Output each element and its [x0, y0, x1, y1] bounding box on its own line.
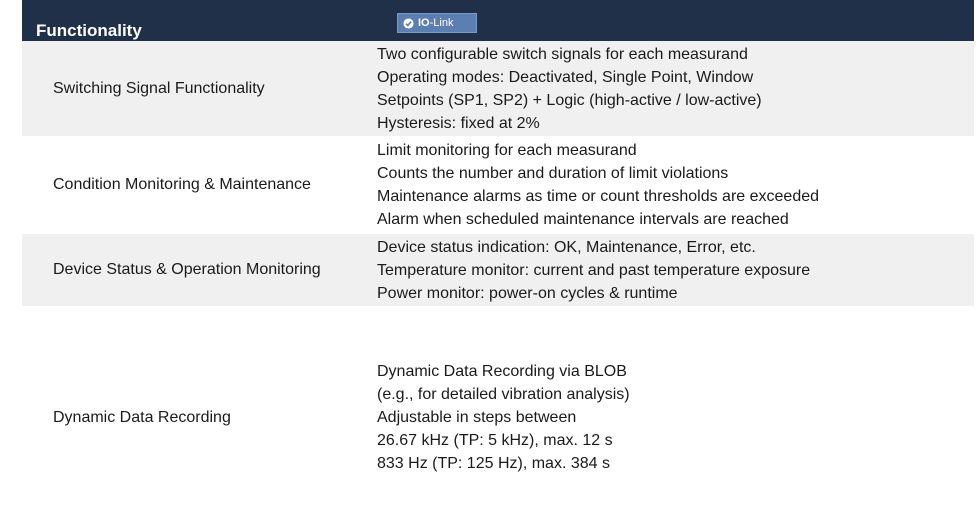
io-link-badge-strong: IO: [418, 17, 430, 29]
row-description: Limit monitoring for each measurand Coun…: [377, 139, 974, 231]
description-line: Temperature monitor: current and past te…: [377, 261, 811, 279]
table-row: Device Status & Operation Monitoring Dev…: [22, 234, 974, 308]
description-line: 26.67 kHz (TP: 5 kHz), max. 12 s: [377, 432, 613, 449]
description-line: Device status indication: OK, Maintenanc…: [377, 238, 756, 256]
description-line: Limit monitoring for each measurand: [377, 142, 637, 159]
description-line: Two configurable switch signals for each…: [377, 45, 748, 63]
table-title: Functionality: [36, 21, 142, 40]
row-description: Two configurable switch signals for each…: [377, 43, 974, 135]
description-line: Setpoints (SP1, SP2) + Logic (high-activ…: [377, 91, 762, 109]
description-line: Alarm when scheduled maintenance interva…: [377, 211, 789, 228]
table-row: Switching Signal Functionality Two confi…: [22, 41, 974, 138]
io-link-badge: IO -Link: [397, 13, 477, 33]
row-label: Device Status & Operation Monitoring: [53, 261, 321, 278]
description-line: Hysteresis: fixed at 2%: [377, 114, 540, 132]
io-link-logo-icon: [403, 17, 414, 29]
row-label: Switching Signal Functionality: [53, 79, 265, 97]
description-line: Counts the number and duration of limit …: [377, 165, 729, 182]
row-label: Condition Monitoring & Maintenance: [53, 176, 311, 193]
row-description: Dynamic Data Recording via BLOB (e.g., f…: [377, 360, 974, 475]
description-line: Operating modes: Deactivated, Single Poi…: [377, 68, 754, 86]
description-line: Maintenance alarms as time or count thre…: [377, 188, 820, 205]
description-line: Dynamic Data Recording via BLOB: [377, 363, 627, 380]
description-line: 833 Hz (TP: 125 Hz), max. 384 s: [377, 455, 610, 472]
description-line: Adjustable in steps between: [377, 409, 577, 426]
description-line: Power monitor: power-on cycles & runtime: [377, 284, 678, 302]
description-line: (e.g., for detailed vibration analysis): [377, 386, 630, 403]
table-row: Dynamic Data Recording Dynamic Data Reco…: [22, 308, 974, 527]
row-label: Dynamic Data Recording: [53, 408, 231, 426]
table-header: Functionality IO -Link: [22, 0, 974, 41]
io-link-badge-weak: -Link: [429, 17, 454, 29]
row-description: Device status indication: OK, Maintenanc…: [377, 236, 974, 305]
table-row: Condition Monitoring & Maintenance Limit…: [22, 138, 974, 234]
functionality-table: Functionality IO -Link Switching Signal F…: [22, 0, 974, 527]
